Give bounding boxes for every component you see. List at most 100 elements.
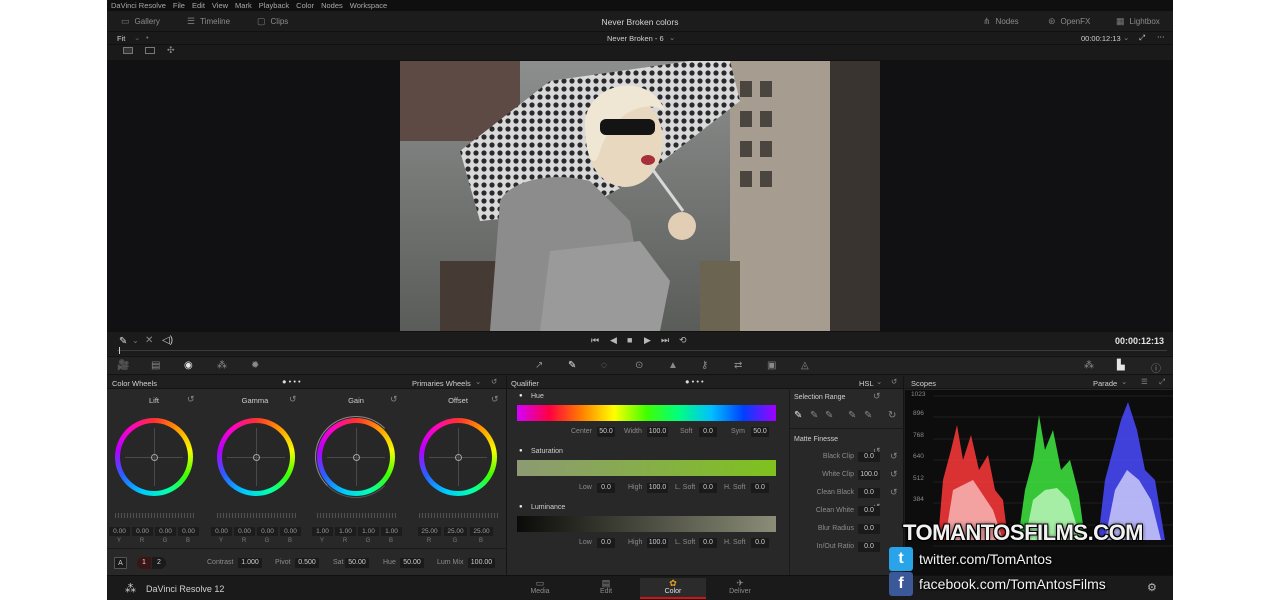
feather-minus-icon[interactable]: ✎ bbox=[848, 410, 856, 421]
a-mode-button[interactable]: A bbox=[114, 557, 127, 569]
timeline-scrubber[interactable] bbox=[117, 350, 1167, 351]
lum-low-value[interactable]: 0.0 bbox=[597, 538, 615, 548]
hue-center-value[interactable]: 50.0 bbox=[597, 427, 615, 437]
color-wheels-icon[interactable]: ◉ bbox=[184, 360, 193, 371]
wheels-page-2[interactable]: 2 bbox=[152, 557, 166, 569]
menu-color[interactable]: Color bbox=[296, 1, 314, 10]
qualifier-reset-icon[interactable]: ↺ bbox=[891, 377, 897, 386]
scopes-mode-dropdown[interactable]: Parade bbox=[1093, 379, 1117, 388]
clip-name[interactable]: Never Broken - 6 bbox=[607, 34, 664, 43]
offset-g-value[interactable]: 25.00 bbox=[444, 527, 467, 536]
page-dots[interactable]: ● • • • bbox=[282, 377, 301, 386]
contrast-value[interactable]: 1.000 bbox=[238, 558, 262, 568]
pivot-value[interactable]: 0.500 bbox=[295, 558, 319, 568]
feather-plus-icon[interactable]: ✎ bbox=[864, 410, 872, 421]
clean-white-value[interactable]: 0.0 bbox=[858, 506, 880, 516]
gamma-r-value[interactable]: 0.00 bbox=[234, 527, 255, 536]
menu-file[interactable]: File bbox=[173, 1, 185, 10]
offset-r-value[interactable]: 25.00 bbox=[418, 527, 441, 536]
menu-workspace[interactable]: Workspace bbox=[350, 1, 387, 10]
blur-radius-value[interactable]: 0.0 bbox=[858, 524, 880, 534]
unmix-icon[interactable]: ✕ bbox=[145, 335, 153, 346]
loop-icon[interactable]: ⟲ bbox=[679, 335, 687, 346]
scopes-settings-icon[interactable]: ☰ bbox=[1141, 377, 1148, 386]
page-color[interactable]: ✿ Color bbox=[640, 578, 706, 599]
in-out-ratio-value[interactable]: 0.0 bbox=[858, 542, 880, 552]
image-wipe-icon[interactable] bbox=[123, 47, 133, 54]
info-icon[interactable]: ⓘ bbox=[1151, 360, 1161, 375]
3d-icon[interactable]: ▣ bbox=[767, 360, 776, 371]
settings-icon[interactable]: • bbox=[146, 33, 149, 42]
clean-black-value[interactable]: 0.0 bbox=[858, 488, 880, 498]
scopes-expand-icon[interactable]: ⤢ bbox=[1159, 377, 1165, 387]
luminance-bar[interactable] bbox=[517, 516, 776, 532]
page-media[interactable]: ▭ Media bbox=[507, 578, 573, 599]
gain-y-value[interactable]: 1.00 bbox=[312, 527, 333, 536]
gain-master-slider[interactable] bbox=[317, 513, 396, 518]
color-match-icon[interactable]: ▤ bbox=[151, 360, 160, 371]
wheels-mode-dropdown[interactable]: Primaries Wheels bbox=[412, 379, 471, 388]
gamma-master-slider[interactable] bbox=[217, 513, 296, 518]
picker-icon[interactable]: ✎ bbox=[794, 410, 802, 421]
qualifier-icon[interactable]: ✎ bbox=[568, 360, 576, 371]
rgb-mixer-icon[interactable]: ⁂ bbox=[217, 360, 227, 371]
white-clip-reset-icon[interactable]: ↺ bbox=[890, 469, 898, 480]
hue-value[interactable]: 50.00 bbox=[400, 558, 424, 568]
key-icon[interactable]: ⚷ bbox=[701, 360, 708, 371]
window-icon[interactable]: ◌ bbox=[601, 360, 607, 371]
nodes-button[interactable]: ⋔ Nodes bbox=[983, 16, 1019, 27]
qualifier-mode-dropdown[interactable]: HSL bbox=[859, 379, 874, 388]
lift-b-value[interactable]: 0.00 bbox=[178, 527, 199, 536]
sizing-icon[interactable]: ⇄ bbox=[734, 360, 742, 371]
lift-puck[interactable] bbox=[151, 454, 158, 461]
lift-g-value[interactable]: 0.00 bbox=[155, 527, 176, 536]
qualifier-page-dots[interactable]: ● • • • bbox=[685, 377, 704, 386]
curves-icon[interactable]: ↗ bbox=[535, 360, 543, 371]
pen-tool-icon[interactable]: ✎ bbox=[119, 336, 127, 347]
gain-puck[interactable] bbox=[353, 454, 360, 461]
offset-b-value[interactable]: 25.00 bbox=[470, 527, 493, 536]
menu-nodes[interactable]: Nodes bbox=[321, 1, 343, 10]
motion-effects-icon[interactable]: ✹ bbox=[251, 360, 259, 371]
page-deliver[interactable]: ✈ Deliver bbox=[707, 578, 773, 599]
clip-dropdown-icon[interactable]: ⌄ bbox=[669, 33, 675, 42]
menu-mark[interactable]: Mark bbox=[235, 1, 252, 10]
lum-hsoft-value[interactable]: 0.0 bbox=[751, 538, 769, 548]
hue-sym-value[interactable]: 50.0 bbox=[751, 427, 769, 437]
offset-master-slider[interactable] bbox=[419, 513, 498, 518]
lum-high-value[interactable]: 100.0 bbox=[647, 538, 668, 548]
gain-g-value[interactable]: 1.00 bbox=[358, 527, 379, 536]
settings-gear-icon[interactable]: ⚙ bbox=[1147, 581, 1157, 594]
grain-icon[interactable]: ◬ bbox=[801, 360, 809, 371]
picker-minus-icon[interactable]: ✎ bbox=[810, 410, 818, 421]
lum-mix-value[interactable]: 100.00 bbox=[468, 558, 495, 568]
fullscreen-icon[interactable]: ⤢ bbox=[1139, 33, 1145, 43]
black-clip-reset-icon[interactable]: ↺ bbox=[890, 451, 898, 462]
menu-app[interactable]: DaVinci Resolve bbox=[111, 1, 166, 10]
hue-soft-value[interactable]: 0.0 bbox=[699, 427, 717, 437]
go-to-start-icon[interactable]: ⏮ bbox=[591, 335, 599, 346]
lift-r-value[interactable]: 0.00 bbox=[132, 527, 153, 536]
gain-r-value[interactable]: 1.00 bbox=[335, 527, 356, 536]
zoom-fit-dropdown[interactable]: Fit bbox=[117, 34, 125, 43]
clean-black-reset-icon[interactable]: ↺ bbox=[890, 487, 898, 498]
more-options-icon[interactable]: ⋯ bbox=[1157, 32, 1165, 41]
video-frame[interactable] bbox=[400, 61, 880, 331]
sat-lsoft-value[interactable]: 0.0 bbox=[699, 483, 717, 493]
tool-dropdown-icon[interactable]: ⌄ bbox=[132, 336, 139, 345]
camera-raw-icon[interactable]: 🎥 bbox=[117, 360, 129, 371]
wheels-page-1[interactable]: 1 bbox=[137, 557, 151, 569]
gamma-puck[interactable] bbox=[253, 454, 260, 461]
highlight-icon[interactable]: ✣ bbox=[167, 45, 175, 56]
offset-reset-icon[interactable]: ↺ bbox=[491, 394, 499, 405]
sat-high-value[interactable]: 100.0 bbox=[647, 483, 668, 493]
sat-low-value[interactable]: 0.0 bbox=[597, 483, 615, 493]
blur-icon[interactable]: ▲ bbox=[668, 360, 678, 371]
openfx-button[interactable]: ⊛ OpenFX bbox=[1048, 16, 1090, 27]
lift-reset-icon[interactable]: ↺ bbox=[187, 394, 195, 405]
stop-icon[interactable]: ■ bbox=[627, 335, 632, 345]
menu-playback[interactable]: Playback bbox=[259, 1, 289, 10]
gallery-stills-icon[interactable]: ⁂ bbox=[1084, 360, 1094, 371]
gamma-y-value[interactable]: 0.00 bbox=[211, 527, 232, 536]
tracker-icon[interactable]: ⊙ bbox=[635, 360, 643, 371]
